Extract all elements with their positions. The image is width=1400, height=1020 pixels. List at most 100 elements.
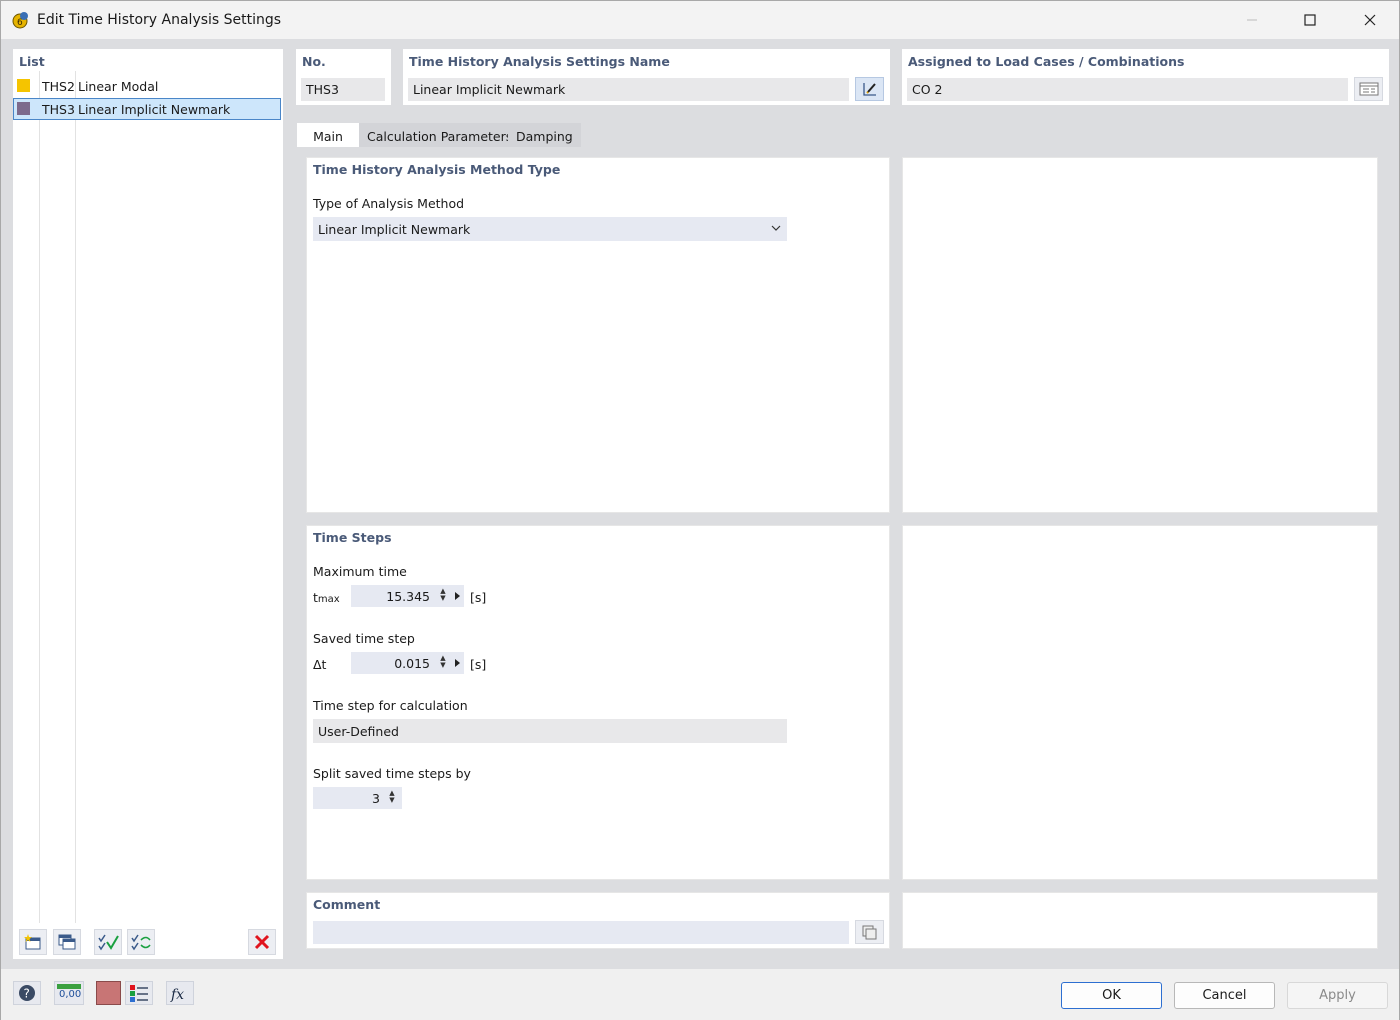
renumber-button[interactable] [127, 929, 155, 955]
list-select-icon [1359, 82, 1378, 96]
svg-text:fx: fx [170, 987, 184, 1003]
max-time-value: 15.345 [386, 588, 430, 604]
units-label: 0,00 [59, 989, 82, 1000]
display-properties-icon [130, 985, 148, 1002]
help-button[interactable]: ? [13, 981, 41, 1005]
tab-calculation-parameters[interactable]: Calculation Parameters [359, 123, 521, 149]
formula-icon: fx [170, 987, 184, 1003]
name-field[interactable]: Linear Implicit Newmark [408, 78, 849, 101]
chevron-down-icon [771, 225, 781, 231]
list-panel: List THS2 Linear Modal THS3 Linear Impli… [13, 49, 283, 959]
minimize-button[interactable] [1223, 1, 1281, 39]
comment-section: Comment [306, 892, 890, 949]
cancel-button[interactable]: Cancel [1174, 982, 1275, 1009]
list-divider [75, 71, 76, 923]
max-time-unit: [s] [470, 590, 487, 605]
assigned-panel: Assigned to Load Cases / Combinations CO… [902, 49, 1389, 105]
spin-arrows-icon[interactable]: ▲ ▼ [387, 790, 397, 804]
triangle-right-icon[interactable] [455, 659, 460, 667]
split-label: Split saved time steps by [313, 766, 471, 781]
svg-text:6: 6 [17, 18, 23, 28]
color-swatch [17, 79, 30, 92]
svg-text:?: ? [24, 987, 30, 1001]
split-input[interactable]: 3 ▲ ▼ [313, 787, 402, 809]
split-value: 3 [372, 790, 380, 806]
comment-right-panel [902, 892, 1378, 949]
window-title: Edit Time History Analysis Settings [37, 12, 282, 28]
formula-button[interactable]: fx [166, 981, 194, 1005]
renumber-icon [131, 934, 151, 951]
saved-step-symbol: Δt [313, 657, 327, 672]
assigned-field[interactable]: CO 2 [907, 78, 1348, 101]
list-item-name: Linear Modal [78, 79, 159, 94]
name-panel: Time History Analysis Settings Name Line… [403, 49, 890, 105]
spin-arrows-icon[interactable]: ▲ ▼ [438, 655, 448, 669]
delete-icon [254, 934, 270, 950]
app-icon: 6 [11, 10, 31, 30]
analysis-type-label: Type of Analysis Method [313, 196, 465, 211]
analysis-type-select[interactable]: Linear Implicit Newmark [313, 217, 787, 241]
time-steps-section: Time Steps Maximum time tmax 15.345 ▲ ▼ [… [306, 525, 890, 880]
comment-input[interactable] [313, 921, 849, 944]
max-time-input[interactable]: 15.345 ▲ ▼ [351, 585, 464, 607]
copy-item-button[interactable] [53, 929, 81, 955]
display-properties-button[interactable] [125, 981, 153, 1005]
max-time-label: Maximum time [313, 564, 407, 579]
minimize-icon [1247, 19, 1257, 21]
edit-icon [862, 83, 876, 96]
assigned-label: Assigned to Load Cases / Combinations [908, 54, 1185, 69]
saved-step-unit: [s] [470, 657, 487, 672]
spin-arrows-icon[interactable]: ▲ ▼ [438, 588, 448, 602]
tab-content: Time History Analysis Method Type Type o… [296, 147, 1390, 959]
time-steps-right-panel [902, 525, 1378, 880]
method-section: Time History Analysis Method Type Type o… [306, 157, 890, 513]
list-item-selected[interactable]: THS3 Linear Implicit Newmark [13, 98, 281, 120]
list-item-name: Linear Implicit Newmark [78, 102, 231, 117]
analysis-type-value: Linear Implicit Newmark [318, 221, 471, 237]
tab-main[interactable]: Main [297, 123, 359, 149]
title-bar: 6 Edit Time History Analysis Settings [1, 1, 1399, 39]
list-item-code: THS3 [42, 102, 75, 117]
comment-library-button[interactable] [855, 920, 884, 944]
edit-name-button[interactable] [855, 77, 884, 101]
list-divider [39, 71, 40, 923]
copy-icon [862, 925, 876, 940]
list-item[interactable]: THS2 Linear Modal [13, 75, 281, 97]
method-section-title: Time History Analysis Method Type [313, 162, 561, 177]
triangle-right-icon[interactable] [455, 592, 460, 600]
apply-button[interactable]: Apply [1287, 982, 1388, 1009]
check-all-icon [98, 934, 119, 951]
saved-step-value: 0.015 [394, 655, 430, 671]
saved-step-label: Saved time step [313, 631, 415, 646]
units-button[interactable]: 0,00 [54, 981, 84, 1005]
number-panel: No. THS3 [296, 49, 391, 105]
list-header: List [19, 54, 45, 69]
close-icon [1364, 14, 1376, 26]
list-item-code: THS2 [42, 79, 75, 94]
number-field[interactable]: THS3 [301, 78, 385, 101]
maximize-icon [1304, 14, 1316, 26]
calc-step-label: Time step for calculation [313, 698, 468, 713]
close-button[interactable] [1341, 1, 1399, 39]
saved-step-input[interactable]: 0.015 ▲ ▼ [351, 652, 464, 674]
ok-button[interactable]: OK [1061, 982, 1162, 1009]
comment-section-title: Comment [313, 897, 381, 912]
calc-step-field[interactable]: User-Defined [313, 719, 787, 743]
number-label: No. [302, 54, 326, 69]
name-label: Time History Analysis Settings Name [409, 54, 670, 69]
color-swatch [17, 102, 30, 115]
time-steps-section-title: Time Steps [313, 530, 392, 545]
tab-damping[interactable]: Damping [508, 123, 581, 149]
max-time-symbol: tmax [313, 590, 340, 605]
delete-button[interactable] [248, 929, 276, 955]
maximize-button[interactable] [1281, 1, 1339, 39]
assign-select-button[interactable] [1354, 77, 1383, 101]
copy-item-icon [58, 934, 76, 950]
new-item-icon [24, 934, 41, 950]
check-all-button[interactable] [94, 929, 122, 955]
method-right-panel [902, 157, 1378, 513]
new-item-button[interactable] [19, 929, 47, 955]
dialog-window: 6 Edit Time History Analysis Settings Li… [0, 0, 1400, 1020]
color-button[interactable] [96, 981, 121, 1005]
help-icon: ? [19, 985, 35, 1001]
